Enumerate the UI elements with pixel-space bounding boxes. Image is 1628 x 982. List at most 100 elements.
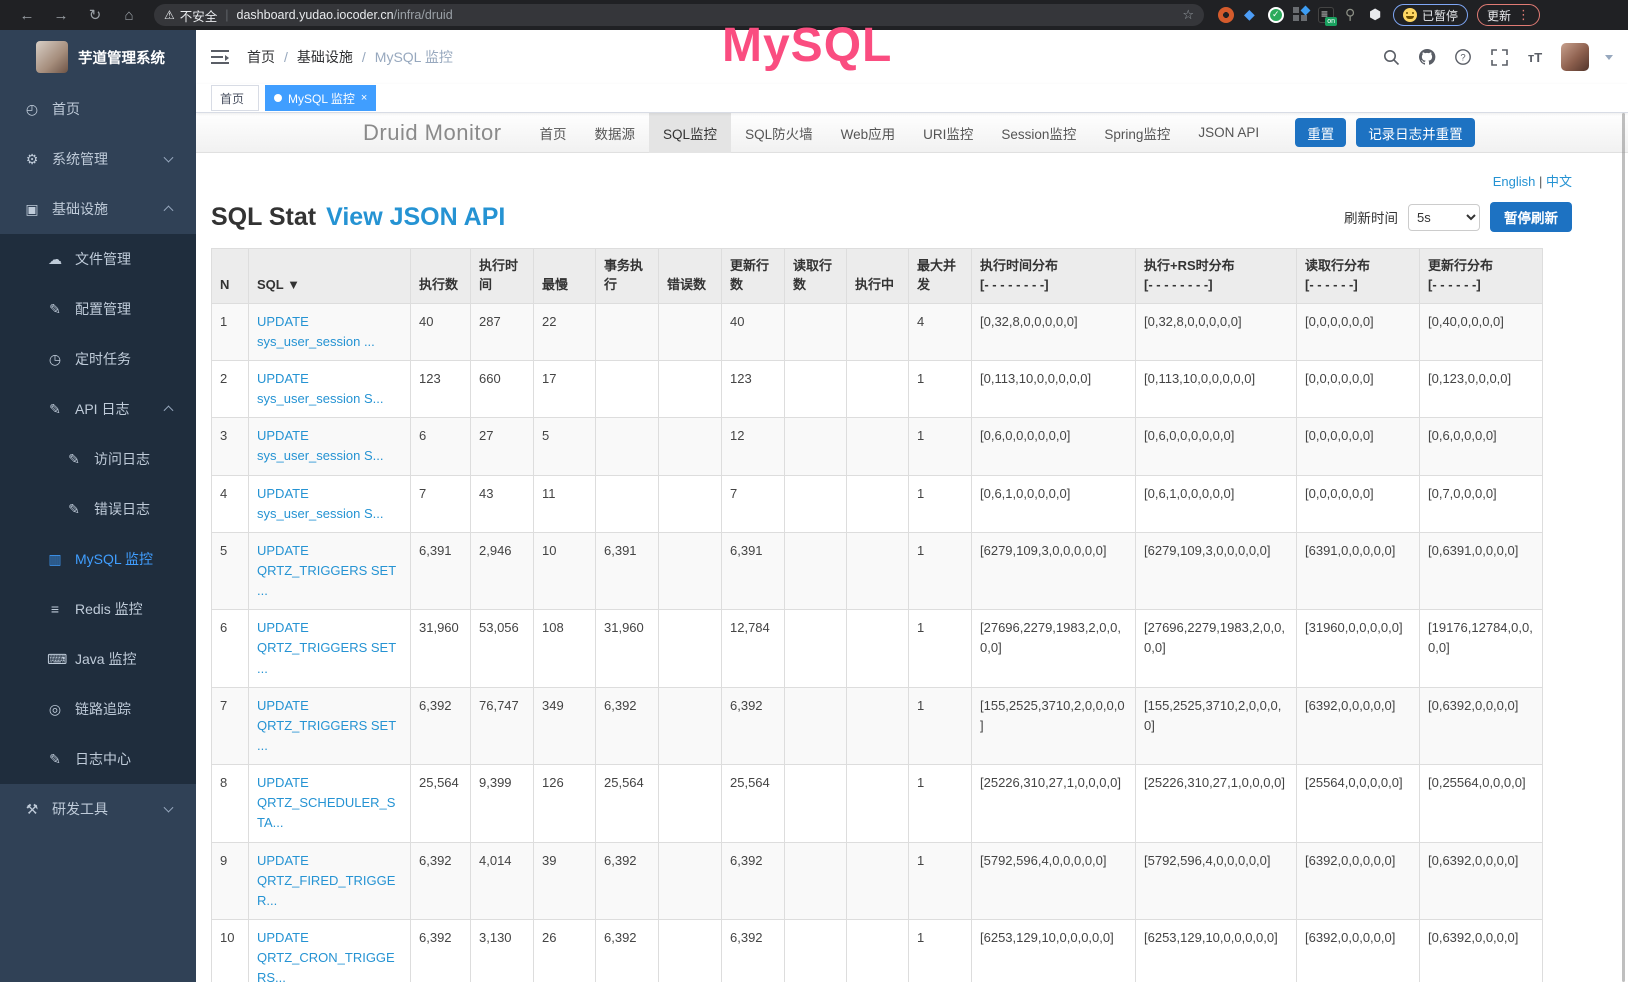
url-bar[interactable]: ⚠ 不安全 | dashboard.yudao.iocoder.cn /infr… <box>154 4 1204 26</box>
log-and-reset-button[interactable]: 记录日志并重置 <box>1356 118 1475 147</box>
view-json-api-link[interactable]: View JSON API <box>326 203 505 232</box>
sql-link[interactable]: UPDATE QRTZ_CRON_TRIGGERS... <box>257 930 395 982</box>
extension-gem-icon[interactable] <box>1243 7 1259 23</box>
help-icon[interactable]: ? <box>1453 47 1473 67</box>
table-header-cell[interactable]: 执行时间 <box>471 249 534 304</box>
table-header-cell[interactable]: 最慢 <box>534 249 596 304</box>
search-icon[interactable] <box>1381 47 1401 67</box>
cell-max-concurrent: 1 <box>909 610 972 687</box>
table-header-cell[interactable]: 读取行分布[- - - - - -] <box>1297 249 1420 304</box>
extensions-puzzle-icon[interactable] <box>1368 7 1384 23</box>
fullscreen-icon[interactable] <box>1489 47 1509 67</box>
sql-link[interactable]: UPDATE sys_user_session S... <box>257 428 383 463</box>
druid-nav-item[interactable]: URI监控 <box>909 113 987 153</box>
cell-slowest: 17 <box>534 360 596 417</box>
druid-nav-item[interactable]: 数据源 <box>581 113 650 153</box>
vertical-scrollbar[interactable] <box>1622 113 1625 982</box>
lang-chinese-link[interactable]: 中文 <box>1546 174 1572 189</box>
table-header-cell[interactable]: 执行数 <box>411 249 471 304</box>
table-header-cell[interactable]: SQL ▼ <box>249 249 411 304</box>
sql-link[interactable]: UPDATE sys_user_session S... <box>257 371 383 406</box>
cell-exec-time: 9,399 <box>471 765 534 842</box>
reset-button[interactable]: 重置 <box>1295 118 1346 147</box>
sidebar-menu-item[interactable]: ✎ 日志中心 <box>0 734 196 784</box>
sidebar-menu-item[interactable]: ⚒ 研发工具 <box>0 784 196 834</box>
refresh-interval-select[interactable]: 5s <box>1408 204 1480 231</box>
menu-item-icon: ⌨ <box>47 651 63 668</box>
bookmark-star-icon[interactable]: ☆ <box>1182 7 1194 23</box>
cell-running <box>847 532 909 609</box>
druid-nav-item[interactable]: SQL监控 <box>649 113 731 153</box>
breadcrumb-infra[interactable]: 基础设施 <box>297 47 353 67</box>
github-icon[interactable] <box>1417 47 1437 67</box>
cell-exec-count: 6,391 <box>411 532 471 609</box>
menu-item-icon: ◷ <box>47 351 63 368</box>
hamburger-icon[interactable] <box>211 50 229 64</box>
druid-nav-item[interactable]: JSON API <box>1184 113 1273 153</box>
tag-close-icon[interactable]: × <box>361 92 367 104</box>
sidebar-menu-item[interactable]: ✎ 访问日志 <box>0 434 196 484</box>
breadcrumb-home[interactable]: 首页 <box>247 47 275 67</box>
sidebar-menu-item[interactable]: ▣ 基础设施 <box>0 184 196 234</box>
profile-paused-chip[interactable]: 已暂停 <box>1393 4 1468 26</box>
sidebar-menu-item[interactable]: ✎ 配置管理 <box>0 284 196 334</box>
sql-link[interactable]: UPDATE QRTZ_TRIGGERS SET ... <box>257 620 396 675</box>
cell-exec-count: 123 <box>411 360 471 417</box>
druid-nav-item[interactable]: Spring监控 <box>1090 113 1184 153</box>
table-header-cell[interactable]: 最大并发 <box>909 249 972 304</box>
table-header-cell[interactable]: 事务执行 <box>596 249 659 304</box>
cell-exec-time-dist: [5792,596,4,0,0,0,0,0] <box>972 842 1136 919</box>
cell-tx-exec <box>596 360 659 417</box>
sidebar-menu-item[interactable]: ✎ 错误日志 <box>0 484 196 534</box>
table-header-cell[interactable]: 更新行数 <box>722 249 785 304</box>
druid-nav-item[interactable]: Web应用 <box>827 113 910 153</box>
menu-kebab-icon[interactable]: ⋮ <box>1517 7 1530 23</box>
cell-read-dist: [6391,0,0,0,0,0] <box>1297 532 1420 609</box>
sidebar-menu-item[interactable]: ≡ Redis 监控 <box>0 584 196 634</box>
table-header-cell[interactable]: 执行中 <box>847 249 909 304</box>
lang-english-link[interactable]: English <box>1493 174 1536 189</box>
druid-nav-item[interactable]: Session监控 <box>987 113 1090 153</box>
menu-item-label: MySQL 监控 <box>75 549 153 569</box>
sidebar-menu-item[interactable]: ☁ 文件管理 <box>0 234 196 284</box>
forward-icon[interactable]: → <box>44 7 78 24</box>
extension-check-icon[interactable] <box>1268 7 1284 23</box>
sidebar-menu-item[interactable]: ▥ MySQL 监控 <box>0 534 196 584</box>
sql-link[interactable]: UPDATE sys_user_session ... <box>257 314 375 349</box>
extension-list-icon[interactable]: on <box>1318 7 1334 23</box>
pause-refresh-button[interactable]: 暂停刷新 <box>1490 202 1572 232</box>
cell-exec-rs-dist: [0,6,0,0,0,0,0,0] <box>1136 418 1297 475</box>
extension-donut-icon[interactable] <box>1218 7 1234 23</box>
home-icon[interactable]: ⌂ <box>112 7 146 24</box>
sidebar-menu-item[interactable]: ◴ 首页 <box>0 84 196 134</box>
table-header-cell[interactable]: 执行时间分布[- - - - - - - -] <box>972 249 1136 304</box>
page-tag[interactable]: MySQL 监控 × <box>265 85 376 111</box>
back-icon[interactable]: ← <box>10 7 44 24</box>
reload-icon[interactable]: ↻ <box>78 6 112 24</box>
sql-link[interactable]: UPDATE QRTZ_SCHEDULER_STA... <box>257 775 395 830</box>
sql-link[interactable]: UPDATE sys_user_session S... <box>257 486 383 521</box>
extension-person-icon[interactable] <box>1343 7 1359 23</box>
sidebar-menu-item[interactable]: ⚙ 系统管理 <box>0 134 196 184</box>
sql-link[interactable]: UPDATE QRTZ_TRIGGERS SET ... <box>257 543 396 598</box>
table-header-cell[interactable]: 更新行分布[- - - - - -] <box>1420 249 1543 304</box>
sidebar-menu-item[interactable]: ✎ API 日志 <box>0 384 196 434</box>
user-avatar[interactable] <box>1561 43 1589 71</box>
table-header-cell[interactable]: 执行+RS时分布[- - - - - - - -] <box>1136 249 1297 304</box>
table-header-cell[interactable]: 读取行数 <box>785 249 847 304</box>
sidebar-menu-item[interactable]: ◷ 定时任务 <box>0 334 196 384</box>
sidebar: 芋道管理系统 ◴ 首页 ⚙ 系统管理 ▣ 基础设施 ☁ 文件管理 ✎ 配置管理 <box>0 30 196 982</box>
user-dropdown-caret-icon[interactable] <box>1605 55 1613 60</box>
sidebar-menu-item[interactable]: ⌨ Java 监控 <box>0 634 196 684</box>
druid-nav-item[interactable]: 首页 <box>526 113 581 153</box>
table-header-cell[interactable]: 错误数 <box>659 249 722 304</box>
page-tag[interactable]: 首页 <box>211 85 259 111</box>
sql-link[interactable]: UPDATE QRTZ_TRIGGERS SET ... <box>257 698 396 753</box>
chrome-update-button[interactable]: 更新 ⋮ <box>1477 4 1540 26</box>
table-header-cell[interactable]: N <box>212 249 249 304</box>
druid-nav-item[interactable]: SQL防火墙 <box>731 113 827 153</box>
extension-blocks-icon[interactable] <box>1293 7 1309 23</box>
sql-link[interactable]: UPDATE QRTZ_FIRED_TRIGGER... <box>257 853 395 908</box>
sidebar-menu-item[interactable]: ◎ 链路追踪 <box>0 684 196 734</box>
font-size-icon[interactable]: ᴛT <box>1525 47 1545 67</box>
